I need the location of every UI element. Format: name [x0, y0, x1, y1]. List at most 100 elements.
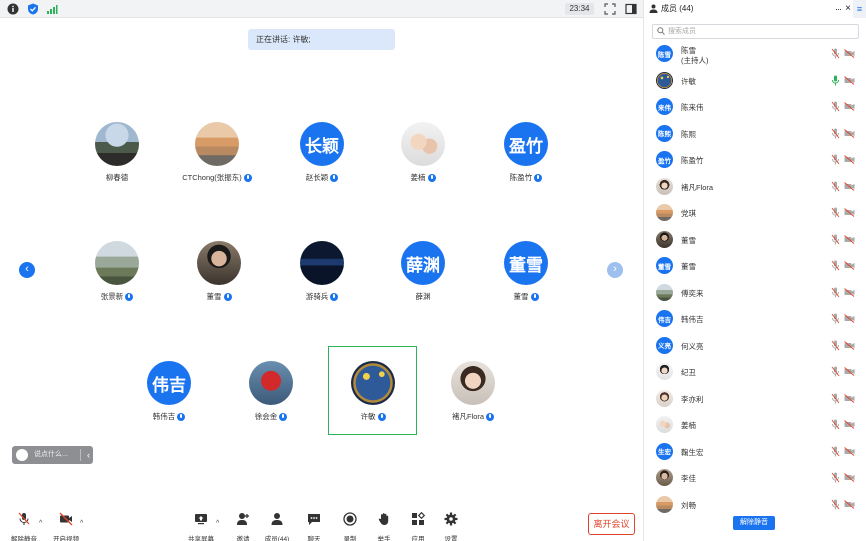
member-row[interactable]: 陈雪 陈雪 (主持人) [656, 45, 856, 67]
member-row[interactable]: 姜楠 [656, 416, 856, 438]
camera-off-icon[interactable] [844, 234, 855, 244]
camera-off-icon[interactable] [844, 181, 855, 191]
camera-off-icon[interactable] [844, 393, 855, 403]
participant-tile[interactable]: 伟吉 韩伟吉 [124, 361, 214, 422]
mic-muted-icon[interactable] [831, 207, 840, 218]
invite-button[interactable]: 邀请 [226, 512, 260, 541]
camera-off-icon[interactable] [844, 287, 855, 297]
prev-page-button[interactable]: ‹ [19, 262, 35, 278]
mic-muted-icon[interactable] [831, 181, 840, 192]
avatar: 薛渊 [401, 241, 445, 285]
camera-off-icon[interactable] [844, 208, 855, 217]
member-row[interactable]: 褚凡Flora [656, 177, 856, 200]
participant-tile[interactable]: 董雪 [174, 241, 264, 302]
participant-tile[interactable]: 姜楠 [378, 122, 468, 183]
participant-tile[interactable]: 薛渊 薛渊 [378, 241, 468, 302]
mic-muted-icon[interactable] [831, 366, 840, 377]
mic-muted-icon[interactable] [831, 48, 840, 59]
next-page-button[interactable]: › [607, 262, 623, 278]
mic-muted-icon[interactable] [831, 313, 840, 324]
unmute-button[interactable]: 解除静音 [7, 512, 41, 541]
member-row[interactable]: 李佳 [656, 469, 856, 491]
mic-muted-icon[interactable] [831, 419, 840, 430]
mic-muted-icon[interactable] [831, 154, 840, 165]
chat-input[interactable]: 说点什么... ‹ [12, 446, 93, 464]
mic-muted-icon[interactable] [831, 446, 840, 457]
participant-tile[interactable]: 董雪 董雪 [481, 241, 571, 302]
camera-off-icon[interactable] [844, 367, 855, 376]
chevron-left-icon[interactable]: ‹ [87, 446, 90, 464]
participant-tile[interactable]: 游骑兵 [277, 241, 367, 302]
camera-off-icon[interactable] [844, 75, 855, 85]
mic-muted-icon[interactable] [831, 128, 840, 139]
sidebar-toggle-icon[interactable] [625, 3, 637, 15]
participant-tile[interactable]: 盈竹 陈盈竹 [481, 122, 571, 183]
emoji-icon[interactable] [16, 449, 28, 461]
member-row[interactable]: 党琪 [656, 204, 856, 226]
mic-muted-icon[interactable] [831, 101, 840, 112]
member-row[interactable]: 生宏 鞠生宏 [656, 442, 856, 465]
shield-icon[interactable] [27, 3, 39, 15]
camera-off-icon[interactable] [844, 473, 855, 482]
member-row[interactable]: 义亮 何义亮 [656, 336, 856, 359]
member-row[interactable]: 纪丑 [656, 363, 856, 385]
camera-off-icon[interactable] [844, 261, 855, 270]
start-video-button[interactable]: 开启视频 [49, 512, 83, 541]
mic-muted-icon[interactable] [831, 499, 840, 510]
participant-tile[interactable]: 长颖 赵长颖 [277, 122, 367, 183]
settings-button[interactable]: 设置 [434, 512, 468, 541]
camera-off-icon[interactable] [844, 128, 855, 138]
member-row[interactable]: 伟吉 韩伟吉 [656, 310, 856, 332]
mic-on-icon[interactable] [831, 75, 840, 86]
leave-meeting-button[interactable]: 离开会议 [588, 513, 635, 535]
member-row[interactable]: 许敏 [656, 71, 856, 94]
member-row[interactable]: 盈竹 陈盈竹 [656, 151, 856, 173]
camera-off-icon[interactable] [844, 314, 855, 323]
member-row[interactable]: 陈熙 陈熙 [656, 124, 856, 147]
camera-off-icon[interactable] [844, 102, 855, 111]
share-screen-button[interactable]: 共享屏幕 [184, 512, 218, 541]
panel-title: 成员 (44) [661, 4, 694, 13]
share-options-chevron-icon[interactable]: ^ [216, 520, 219, 527]
participant-tile[interactable]: 柳春德 [72, 122, 162, 183]
video-options-chevron-icon[interactable]: ^ [80, 520, 83, 527]
camera-off-icon[interactable] [844, 499, 855, 509]
close-icon[interactable]: × [845, 0, 851, 18]
camera-off-icon[interactable] [844, 446, 855, 456]
mic-muted-icon[interactable] [831, 393, 840, 404]
member-row[interactable]: 傅奕来 [656, 283, 856, 306]
member-avatar [656, 230, 673, 248]
member-search-input[interactable]: 搜索成员 [652, 24, 859, 39]
member-row[interactable]: 来伟 陈来伟 [656, 98, 856, 120]
raise-hand-button[interactable]: 举手 [367, 512, 401, 541]
member-row[interactable]: 李亦利 [656, 389, 856, 412]
camera-off-icon[interactable] [844, 420, 855, 429]
member-row[interactable]: 刘畅 [656, 495, 856, 518]
unmute-all-button[interactable]: 解除静音 [733, 516, 775, 530]
info-icon[interactable] [7, 3, 19, 15]
audio-options-chevron-icon[interactable]: ^ [39, 520, 42, 527]
camera-off-icon[interactable] [844, 340, 855, 350]
signal-icon[interactable] [46, 3, 58, 15]
mic-muted-icon[interactable] [831, 260, 840, 271]
mic-muted-icon[interactable] [831, 287, 840, 298]
participant-tile[interactable]: 褚凡Flora [428, 361, 518, 422]
chat-button[interactable]: 聊天 [297, 512, 331, 541]
member-row[interactable]: 董雪 [656, 230, 856, 253]
camera-off-icon[interactable] [844, 49, 855, 58]
participant-tile[interactable]: 张景新 [72, 241, 162, 302]
mic-muted-icon[interactable] [831, 340, 840, 351]
camera-off-icon[interactable] [844, 155, 855, 164]
mic-muted-icon[interactable] [831, 234, 840, 245]
menu-icon[interactable]: ≡ [853, 0, 866, 18]
record-button[interactable]: 录制 [333, 512, 367, 541]
participant-tile[interactable]: CTChong(张振东) [172, 122, 262, 183]
fullscreen-icon[interactable] [604, 3, 616, 15]
members-button[interactable]: 成员(44) [260, 512, 294, 541]
participant-name-row: 张景新 [72, 291, 162, 302]
mic-muted-icon[interactable] [831, 472, 840, 483]
member-row[interactable]: 董雪 董雪 [656, 257, 856, 279]
apps-button[interactable]: 应用 [401, 511, 435, 541]
participant-tile[interactable]: 徐会金 [226, 361, 316, 422]
more-icon[interactable]: ··· [835, 0, 842, 18]
